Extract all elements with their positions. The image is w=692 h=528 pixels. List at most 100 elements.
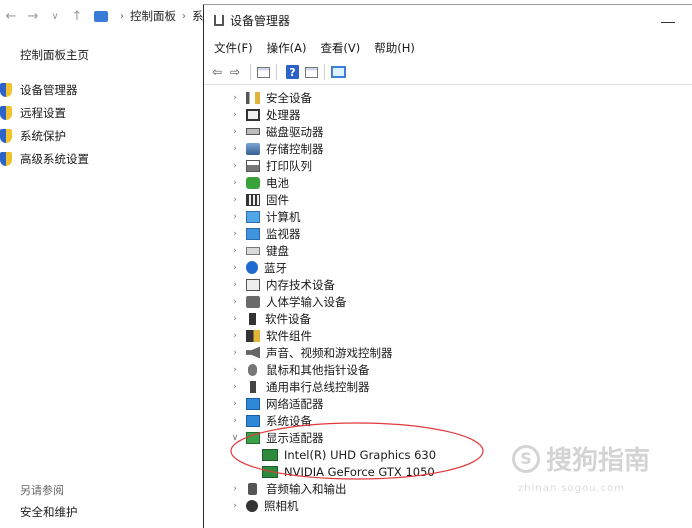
chevron-right-icon[interactable]: › [230, 314, 240, 324]
tree-item[interactable]: › 蓝牙 [204, 259, 287, 276]
control-panel-home-link[interactable]: 控制面板主页 [20, 47, 89, 63]
disk-icon [246, 128, 260, 135]
tree-item[interactable]: › 系统设备 [204, 412, 312, 429]
chevron-right-icon[interactable]: › [230, 399, 240, 409]
tree-child-item[interactable]: Intel(R) UHD Graphics 630 [204, 446, 436, 463]
tree-item[interactable]: › 磁盘驱动器 [204, 123, 323, 140]
minimize-button[interactable] [661, 11, 675, 23]
usb-icon [250, 380, 256, 393]
tree-item[interactable]: › 安全设备 [204, 89, 312, 106]
tree-item[interactable]: › 软件组件 [204, 327, 312, 344]
scan-hardware-changes-icon[interactable] [331, 66, 346, 78]
computer-icon [246, 210, 260, 223]
sidebar-item-system-protection[interactable]: 系统保护 [0, 128, 66, 144]
chevron-right-icon[interactable]: › [230, 484, 240, 494]
tree-item[interactable]: › 声音、视频和游戏控制器 [204, 344, 392, 361]
chevron-right-icon[interactable]: › [230, 382, 240, 392]
chevron-right-icon[interactable]: › [230, 127, 240, 137]
chevron-right-icon[interactable]: › [230, 416, 240, 426]
tree-item-label: 蓝牙 [264, 260, 287, 275]
chevron-right-icon[interactable]: › [230, 93, 240, 103]
chevron-right-icon[interactable]: › [230, 195, 240, 205]
chevron-right-icon[interactable]: › [230, 263, 240, 273]
chevron-right-icon[interactable]: › [230, 110, 240, 120]
key-icon [246, 91, 260, 104]
breadcrumb-item-control-panel[interactable]: 控制面板 [130, 8, 176, 24]
tree-item[interactable]: › 网络适配器 [204, 395, 323, 412]
chevron-right-icon[interactable]: › [230, 297, 240, 307]
tree-item-display-adapters[interactable]: ∨ 显示适配器 [204, 429, 324, 446]
help-icon[interactable]: ? [286, 65, 299, 79]
chevron-right-icon[interactable]: › [230, 144, 240, 154]
chevron-right-icon[interactable]: › [230, 348, 240, 358]
tree-item-label: 照相机 [264, 498, 299, 513]
tree-item[interactable]: › 软件设备 [204, 310, 311, 327]
tree-item[interactable]: › 电池 [204, 174, 289, 191]
chevron-right-icon[interactable]: › [230, 365, 240, 375]
storage-icon [246, 142, 260, 155]
tree-item[interactable]: › 通用串行总线控制器 [204, 378, 370, 395]
chevron-right-icon[interactable]: › [230, 246, 240, 256]
forward-arrow-icon[interactable]: ⇨ [226, 64, 244, 80]
gpu-icon [262, 465, 278, 478]
tree-item[interactable]: › 监视器 [204, 225, 300, 242]
firmware-icon [246, 193, 260, 206]
tree-item[interactable]: › 内存技术设备 [204, 276, 335, 293]
sidebar-item-label: 高级系统设置 [20, 152, 89, 166]
title-bar[interactable]: 设备管理器 [204, 5, 692, 35]
shield-icon [0, 129, 12, 143]
tree-item[interactable]: › 照相机 [204, 497, 299, 514]
menu-file[interactable]: 文件(F) [214, 40, 253, 56]
memory-icon [246, 278, 260, 291]
sidebar-item-advanced-settings[interactable]: 高级系统设置 [0, 151, 89, 167]
toolbar: ⇦ ⇨ ? [204, 60, 692, 85]
tree-item-label: 通用串行总线控制器 [266, 379, 370, 394]
sidebar: 控制面板主页 设备管理器 远程设置 系统保护 高级系统设置 另请参阅 安全和维护 [0, 32, 200, 527]
device-manager-app-icon [214, 14, 224, 26]
back-icon[interactable]: ← [0, 9, 22, 24]
recent-locations-icon[interactable]: ∨ [44, 11, 66, 22]
sidebar-item-label: 系统保护 [20, 129, 66, 143]
chevron-right-icon: › [120, 10, 124, 22]
chevron-right-icon[interactable]: › [230, 501, 240, 511]
tree-child-item[interactable]: NVIDIA GeForce GTX 1050 [204, 463, 435, 480]
tree-item[interactable]: › 鼠标和其他指针设备 [204, 361, 369, 378]
keyboard-icon [246, 246, 260, 255]
chevron-right-icon[interactable]: › [230, 280, 240, 290]
chevron-right-icon[interactable]: › [230, 178, 240, 188]
tree-item[interactable]: › 人体学输入设备 [204, 293, 346, 310]
chevron-down-icon[interactable]: ∨ [230, 433, 240, 443]
menu-action[interactable]: 操作(A) [267, 40, 307, 56]
menu-help[interactable]: 帮助(H) [374, 40, 415, 56]
tree-item-label: 处理器 [266, 107, 301, 122]
tree-item[interactable]: › 音频输入和输出 [204, 480, 346, 497]
chevron-right-icon[interactable]: › [230, 212, 240, 222]
tree-item[interactable]: › 处理器 [204, 106, 301, 123]
back-arrow-icon[interactable]: ⇦ [208, 64, 226, 80]
tree-item[interactable]: › 计算机 [204, 208, 300, 225]
show-hide-console-tree-icon[interactable] [257, 66, 270, 78]
tree-item-label: NVIDIA GeForce GTX 1050 [284, 464, 435, 479]
toolbar-divider [250, 64, 251, 80]
breadcrumb-item-system[interactable]: 系 [192, 8, 204, 24]
security-maintenance-link[interactable]: 安全和维护 [20, 504, 78, 520]
chevron-right-icon[interactable]: › [230, 161, 240, 171]
sidebar-item-remote-settings[interactable]: 远程设置 [0, 105, 66, 121]
sidebar-item-device-manager[interactable]: 设备管理器 [0, 82, 78, 98]
chevron-right-icon[interactable]: › [230, 229, 240, 239]
tree-item-label: 系统设备 [266, 413, 312, 428]
display-adapter-icon [246, 431, 260, 444]
forward-icon[interactable]: → [22, 9, 44, 24]
tree-item[interactable]: › 键盘 [204, 242, 289, 259]
chevron-right-icon[interactable]: › [230, 331, 240, 341]
tree-item[interactable]: › 打印队列 [204, 157, 312, 174]
menu-view[interactable]: 查看(V) [320, 40, 360, 56]
show-action-pane-icon[interactable] [305, 66, 318, 78]
cpu-icon [246, 108, 260, 121]
tree-item-label: 电池 [266, 175, 289, 190]
tree-item-label: 键盘 [266, 243, 289, 258]
tree-item[interactable]: › 固件 [204, 191, 289, 208]
tree-item[interactable]: › 存储控制器 [204, 140, 323, 157]
up-level-icon[interactable]: ↑ [66, 9, 88, 24]
sogou-logo-icon: S [512, 444, 540, 473]
